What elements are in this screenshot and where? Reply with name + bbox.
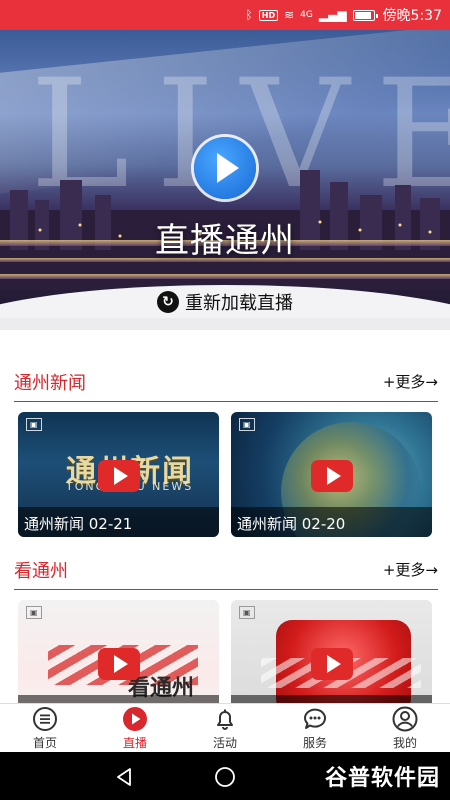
tab-live[interactable]: 直播 <box>90 704 180 752</box>
play-button[interactable] <box>98 460 140 492</box>
status-bar: ᛒ HD ≋ 4G ▂▄▆ 傍晚5:37 <box>0 0 450 30</box>
section-header-tongzhou-news: 通州新闻 +更多→ <box>14 362 438 402</box>
network-label: 4G <box>300 9 313 20</box>
tab-services[interactable]: 服务 <box>270 704 360 752</box>
video-card[interactable]: ▣ 通州新闻 TONGZHOU NEWS 通州新闻 02-21 <box>18 412 219 537</box>
section-title: 通州新闻 <box>14 372 86 394</box>
live-hero-banner[interactable]: LIVE <box>0 30 450 330</box>
play-button[interactable] <box>311 648 353 680</box>
bottom-tab-bar: 首页 直播 活动 服务 我的 <box>0 703 450 752</box>
video-card[interactable]: ▣ 通州新闻 02-20 <box>231 412 432 537</box>
tv-logo-icon: ▣ <box>26 606 42 619</box>
wifi-icon: ≋ <box>284 8 295 22</box>
more-link[interactable]: +更多→ <box>383 371 438 392</box>
tab-mine[interactable]: 我的 <box>360 704 450 752</box>
battery-icon <box>352 9 378 21</box>
tab-home[interactable]: 首页 <box>0 704 90 752</box>
reload-label: 重新加载直播 <box>185 293 293 314</box>
tv-logo-icon: ▣ <box>26 418 42 431</box>
play-button[interactable] <box>98 648 140 680</box>
more-link[interactable]: +更多→ <box>383 559 438 580</box>
tab-label: 服务 <box>302 735 327 750</box>
tab-events[interactable]: 活动 <box>180 704 270 752</box>
reload-live-button[interactable]: ↻ 重新加载直播 <box>0 290 450 314</box>
status-time: 傍晚5:37 <box>382 8 442 24</box>
chat-icon <box>302 706 328 732</box>
back-icon[interactable] <box>113 766 135 788</box>
play-icon <box>113 655 128 673</box>
play-icon <box>326 655 341 673</box>
tab-label: 活动 <box>212 735 237 750</box>
tab-label: 首页 <box>32 735 57 750</box>
app-screen: ᛒ HD ≋ 4G ▂▄▆ 傍晚5:37 LIVE <box>0 0 450 800</box>
video-caption: 通州新闻 02-21 <box>18 507 219 537</box>
refresh-icon: ↻ <box>157 291 179 313</box>
tab-label: 直播 <box>122 735 147 750</box>
video-list: ▣ 通州新闻 TONGZHOU NEWS 通州新闻 02-21 ▣ 通州新闻 0… <box>18 412 432 537</box>
bell-icon <box>212 706 238 732</box>
tv-logo-icon: ▣ <box>239 606 255 619</box>
user-icon <box>392 706 418 732</box>
section-title: 看通州 <box>14 560 68 582</box>
menu-icon <box>32 706 58 732</box>
play-icon <box>217 153 239 183</box>
signal-icon: ▂▄▆ <box>318 8 347 22</box>
video-caption: 通州新闻 02-20 <box>231 507 432 537</box>
hd-badge: HD <box>258 9 279 21</box>
section-divider <box>0 318 450 330</box>
hero-title: 直播通州 <box>155 221 295 261</box>
play-icon <box>122 706 148 732</box>
play-button[interactable] <box>311 460 353 492</box>
section-header-kan-tongzhou: 看通州 +更多→ <box>14 550 438 590</box>
tv-logo-icon: ▣ <box>239 418 255 431</box>
system-navigation-bar: 谷普软件园 <box>0 752 450 800</box>
play-icon <box>326 467 341 485</box>
bluetooth-icon: ᛒ <box>245 8 253 22</box>
watermark-logo: 谷普软件园 <box>324 766 440 791</box>
play-icon <box>113 467 128 485</box>
home-icon[interactable] <box>214 766 236 788</box>
live-play-button[interactable] <box>194 137 256 199</box>
tab-label: 我的 <box>392 735 417 750</box>
